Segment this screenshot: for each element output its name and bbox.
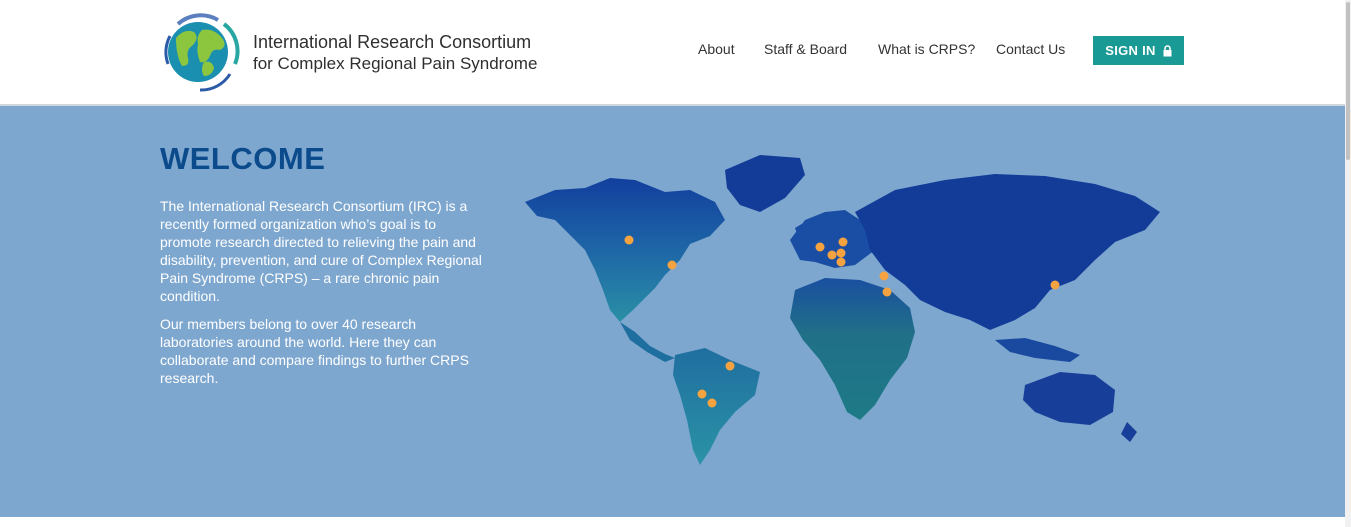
- world-map-image: [525, 155, 1160, 465]
- location-dot: [836, 257, 846, 267]
- brand-name[interactable]: International Research Consortium for Co…: [253, 31, 537, 75]
- hero-copy: The International Research Consortium (I…: [160, 197, 490, 397]
- nav-about[interactable]: About: [698, 41, 735, 57]
- new-zealand-shape: [1121, 422, 1137, 442]
- north-america-shape: [525, 178, 725, 322]
- location-dot: [624, 235, 634, 245]
- vertical-scrollbar[interactable]: [1345, 0, 1351, 527]
- brand-line-2: for Complex Regional Pain Syndrome: [253, 54, 538, 73]
- intro-paragraph: The International Research Consortium (I…: [160, 198, 482, 304]
- location-dot: [836, 248, 846, 258]
- scrollbar-thumb[interactable]: [1346, 2, 1350, 160]
- location-dot: [697, 389, 707, 399]
- australia-shape: [1023, 372, 1115, 425]
- south-america-shape: [673, 348, 760, 465]
- nav-staff-board[interactable]: Staff & Board: [764, 41, 847, 57]
- location-dot: [667, 260, 677, 270]
- page-bottom: [0, 517, 1345, 527]
- indonesia-shape: [995, 338, 1080, 362]
- location-dot: [879, 271, 889, 281]
- location-dot: [827, 250, 837, 260]
- location-dot: [725, 361, 735, 371]
- location-dot: [838, 237, 848, 247]
- sign-in-label: SIGN IN: [1105, 43, 1156, 58]
- location-dot: [815, 242, 825, 252]
- nav-contact-us[interactable]: Contact Us: [996, 41, 1065, 57]
- globe-logo-icon[interactable]: [160, 12, 240, 92]
- location-dot: [882, 287, 892, 297]
- welcome-title: WELCOME: [160, 141, 326, 176]
- lock-icon: [1163, 44, 1172, 56]
- members-paragraph: Our members belong to over 40 research l…: [160, 316, 469, 386]
- central-america-shape: [620, 322, 675, 362]
- site-header: International Research Consortium for Co…: [0, 0, 1345, 106]
- sign-in-button[interactable]: SIGN IN: [1093, 36, 1184, 65]
- greenland-shape: [725, 155, 805, 212]
- location-dot: [1050, 280, 1060, 290]
- nav-what-is-crps[interactable]: What is CRPS?: [878, 41, 975, 57]
- brand-line-1: International Research Consortium: [253, 32, 532, 52]
- africa-shape: [790, 278, 915, 420]
- location-dot: [707, 398, 717, 408]
